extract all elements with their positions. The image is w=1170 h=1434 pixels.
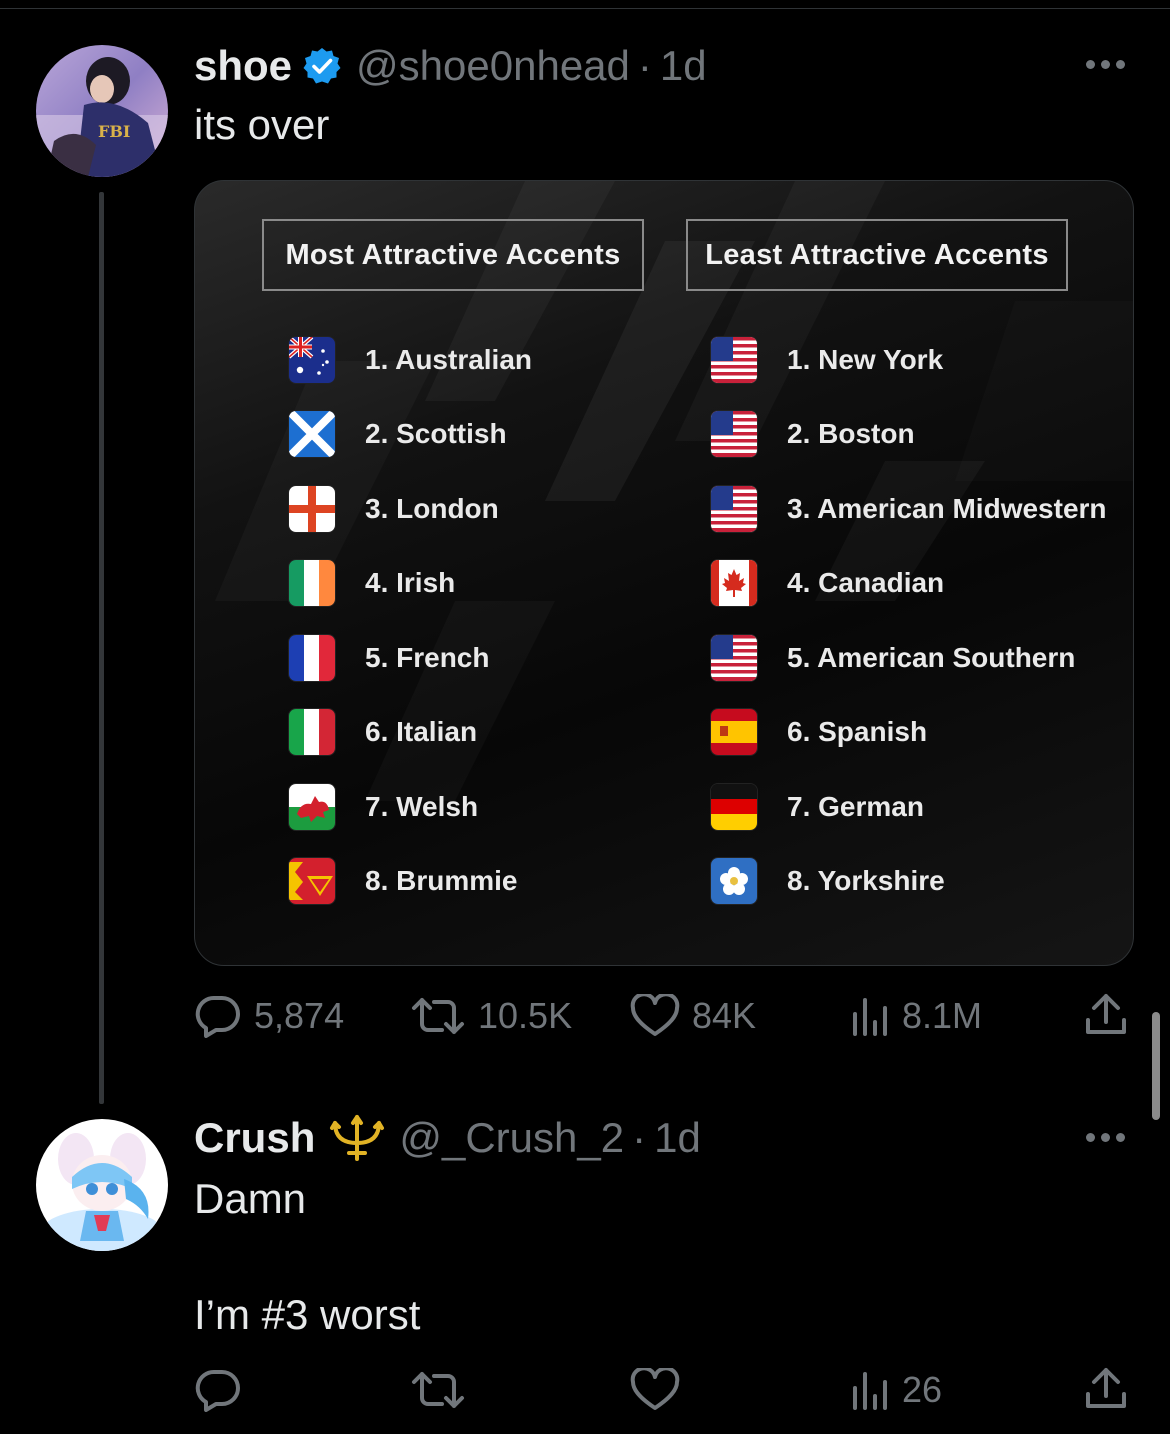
verified-badge-icon xyxy=(302,46,342,86)
scotland-flag-icon xyxy=(289,411,335,457)
list-item: 3. American Midwestern xyxy=(711,484,1107,534)
usa-flag-icon xyxy=(711,411,757,457)
share-button[interactable] xyxy=(1084,1366,1128,1412)
reply-button[interactable] xyxy=(194,1368,242,1412)
svg-text:FBI: FBI xyxy=(98,122,130,141)
list-item: 5. American Southern xyxy=(711,633,1075,683)
like-button[interactable]: 84K xyxy=(630,994,756,1038)
most-attractive-title: Most Attractive Accents xyxy=(262,219,644,291)
list-item: 3. London xyxy=(289,484,499,534)
separator-dot: · xyxy=(637,42,652,89)
more-options-icon[interactable] xyxy=(1086,1133,1125,1142)
list-item: 1. Australian xyxy=(289,335,532,385)
reply-header: Crush @_Crush_2 · 1d xyxy=(194,1110,701,1166)
accent-label: 7. Welsh xyxy=(365,791,479,822)
repost-button[interactable] xyxy=(410,1368,466,1412)
share-icon xyxy=(1086,1368,1126,1408)
tweet-header: shoe @shoe0nhead · 1d xyxy=(194,38,707,94)
usa-flag-icon xyxy=(711,635,757,681)
more-options-icon[interactable] xyxy=(1086,60,1125,69)
timestamp[interactable]: 1d xyxy=(660,42,707,90)
accent-label: 8. Brummie xyxy=(365,865,518,896)
like-button[interactable] xyxy=(630,1368,680,1412)
views-button[interactable]: 8.1M xyxy=(850,994,982,1038)
accent-label: 4. Canadian xyxy=(787,567,945,598)
view-count: 26 xyxy=(902,1369,943,1410)
repost-button[interactable]: 10.5K xyxy=(410,994,572,1038)
like-count: 84K xyxy=(692,995,757,1036)
list-item: 7. Welsh xyxy=(289,782,478,832)
share-icon xyxy=(1086,994,1126,1034)
accent-label: 3. London xyxy=(365,493,499,524)
reply-text: Damn I’m #3 worst xyxy=(194,1175,421,1338)
timestamp[interactable]: 1d xyxy=(654,1114,701,1162)
share-button[interactable] xyxy=(1084,992,1128,1038)
avatar[interactable] xyxy=(36,1119,168,1251)
tweet-text: its over xyxy=(194,101,330,148)
scrollbar[interactable] xyxy=(1152,1012,1160,1120)
accent-label: 8. Yorkshire xyxy=(787,865,945,896)
list-item: 2. Boston xyxy=(711,409,915,459)
list-item: 1. New York xyxy=(711,335,943,385)
accent-label: 2. Scottish xyxy=(365,418,507,449)
list-item: 6. Italian xyxy=(289,707,477,757)
top-divider xyxy=(0,8,1170,9)
birmingham-flag-icon xyxy=(289,858,335,904)
repost-icon xyxy=(412,1372,464,1408)
trident-icon xyxy=(329,1113,385,1163)
tweet-media-image[interactable]: Most Attractive Accents Least Attractive… xyxy=(194,180,1134,966)
accent-label: 5. French xyxy=(365,642,490,673)
usa-flag-icon xyxy=(711,337,757,383)
list-item: 4. Canadian xyxy=(711,558,944,608)
repost-icon xyxy=(412,998,464,1034)
reply-icon xyxy=(195,1369,240,1412)
accent-label: 4. Irish xyxy=(365,567,456,598)
author-handle[interactable]: @shoe0nhead xyxy=(356,42,630,90)
author-name[interactable]: Crush xyxy=(194,1114,315,1162)
accent-label: 6. Italian xyxy=(365,716,478,747)
list-item: 5. French xyxy=(289,633,489,683)
list-item: 2. Scottish xyxy=(289,409,507,459)
separator-dot: · xyxy=(632,1114,647,1161)
australia-flag-icon xyxy=(289,337,335,383)
ireland-flag-icon xyxy=(289,560,335,606)
yorkshire-flag-icon xyxy=(711,858,757,904)
italy-flag-icon xyxy=(289,709,335,755)
accent-label: 6. Spanish xyxy=(787,716,928,747)
view-count: 8.1M xyxy=(902,995,983,1036)
accent-label: 3. American Midwestern xyxy=(787,493,1107,524)
canada-flag-icon xyxy=(711,560,757,606)
germany-flag-icon xyxy=(711,784,757,830)
accent-label: 5. American Southern xyxy=(787,642,1076,673)
reply-button[interactable]: 5,874 xyxy=(194,994,344,1038)
repost-count: 10.5K xyxy=(478,995,573,1036)
views-button[interactable]: 26 xyxy=(850,1368,942,1412)
heart-icon xyxy=(630,994,680,1036)
analytics-icon xyxy=(853,998,887,1036)
accent-label: 7. German xyxy=(787,791,924,822)
list-item: 6. Spanish xyxy=(711,707,927,757)
list-item: 4. Irish xyxy=(289,558,455,608)
thread-connector-line xyxy=(99,192,104,1104)
analytics-icon xyxy=(853,1372,887,1410)
avatar[interactable]: FBI xyxy=(36,45,168,177)
list-item: 7. German xyxy=(711,782,924,832)
spain-flag-icon xyxy=(711,709,757,755)
accent-label: 1. Australian xyxy=(365,344,533,375)
accent-label: 1. New York xyxy=(787,344,944,375)
list-item: 8. Brummie xyxy=(289,856,518,906)
england-flag-icon xyxy=(289,486,335,532)
accent-label: 2. Boston xyxy=(787,418,915,449)
france-flag-icon xyxy=(289,635,335,681)
reply-count: 5,874 xyxy=(254,995,345,1036)
reply-icon xyxy=(195,995,240,1038)
usa-flag-icon xyxy=(711,486,757,532)
author-name[interactable]: shoe xyxy=(194,42,292,90)
wales-flag-icon xyxy=(289,784,335,830)
least-attractive-title: Least Attractive Accents xyxy=(686,219,1068,291)
list-item: 8. Yorkshire xyxy=(711,856,945,906)
author-handle[interactable]: @_Crush_2 xyxy=(399,1114,624,1162)
heart-icon xyxy=(630,1368,680,1410)
